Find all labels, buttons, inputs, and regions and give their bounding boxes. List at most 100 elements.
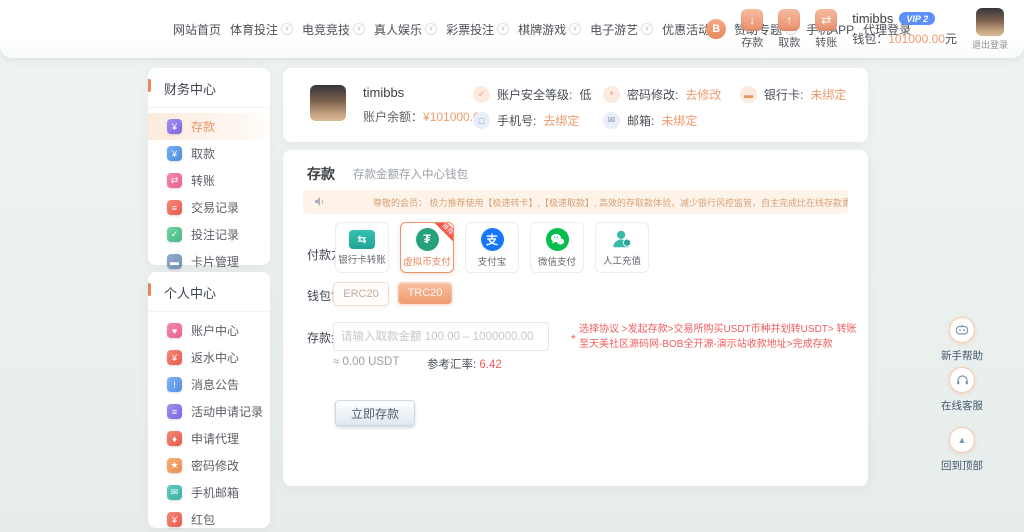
withdraw-icon: ¥ xyxy=(167,146,182,161)
field-action-link[interactable]: 去修改 xyxy=(685,86,721,103)
floating-button-label: 回到顶部 xyxy=(941,458,983,473)
nav-item-esports[interactable]: 电竞竞技∨ xyxy=(302,21,365,38)
header-right: B ↓ 存款 ↑ 取款 ⇄ 转账 timibbs VIP 2 钱包：101000… xyxy=(706,0,1008,58)
nav-item-home[interactable]: 网站首页 xyxy=(173,21,221,38)
online-service-button[interactable]: 在线客服 xyxy=(938,367,986,413)
sidebar-item-label: 返水中心 xyxy=(191,349,239,366)
sidebar-item-account-center[interactable]: ♥ 账户中心 xyxy=(148,317,270,344)
email-field[interactable]: ✉ 邮箱: 未绑定 xyxy=(603,112,697,129)
nav-item-lottery[interactable]: 彩票投注∨ xyxy=(446,21,509,38)
back-to-top-button[interactable]: ▲ 回到顶部 xyxy=(938,427,986,473)
payment-method-crypto[interactable]: 推荐 ₮ 虚拟币支付 xyxy=(400,222,454,273)
avatar xyxy=(310,85,346,121)
chevron-down-icon: ∨ xyxy=(425,23,437,35)
notice-bar: 尊敬的会员： 极力推荐使用【极速转卡】,【极速取款】, 高效的存取款体验，减少银… xyxy=(303,190,848,214)
nav-label: 电竞竞技 xyxy=(302,21,350,38)
field-label: 密码修改: xyxy=(627,86,678,103)
deposit-amount-input[interactable] xyxy=(333,322,549,351)
sidebar-item-rebate-center[interactable]: ¥ 返水中心 xyxy=(148,344,270,371)
usdt-icon: ₮ xyxy=(416,228,439,251)
field-label: 银行卡: xyxy=(764,86,803,103)
wechat-icon xyxy=(546,228,569,251)
notice-marquee: 尊敬的会员： 极力推荐使用【极速转卡】,【极速取款】, 高效的存取款体验，减少银… xyxy=(373,196,848,209)
headset-icon xyxy=(956,374,969,386)
quick-action-deposit[interactable]: ↓ 存款 xyxy=(741,9,763,50)
bank-transfer-icon: ⇆ xyxy=(349,230,375,249)
transaction-records-icon: ≡ xyxy=(167,200,182,215)
logout-control[interactable]: 退出登录 xyxy=(972,8,1008,51)
sidebar-item-transaction-records[interactable]: ≡ 交易记录 xyxy=(148,194,270,221)
sidebar-item-label: 手机邮箱 xyxy=(191,484,239,501)
personal-list: ♥ 账户中心 ¥ 返水中心 ! 消息公告 ≡ 活动申请记录 ♦ 申请代理 ★ 密… xyxy=(148,312,270,532)
field-action-link[interactable]: 未绑定 xyxy=(810,86,846,103)
chevron-down-icon: ∨ xyxy=(497,23,509,35)
payment-method-alipay[interactable]: 支 支付宝 xyxy=(465,222,519,273)
payment-method-name: 人工充值 xyxy=(603,253,641,267)
sidebar-item-bet-records[interactable]: ✓ 投注记录 xyxy=(148,221,270,248)
finance-center-card: 财务中心 ¥ 存款 ¥ 取款 ⇄ 转账 ≡ 交易记录 ✓ 投注记录 xyxy=(148,68,270,265)
phone-field[interactable]: □ 手机号: 去绑定 xyxy=(473,112,579,129)
robot-icon xyxy=(955,324,969,336)
payment-method-bank-transfer[interactable]: ⇆ 银行卡转账 xyxy=(335,222,389,273)
logout-label: 退出登录 xyxy=(972,38,1008,51)
deposit-form-card: 存款 存款金额存入中心钱包 尊敬的会员： 极力推荐使用【极速转卡】,【极速取款】… xyxy=(283,150,868,486)
sidebar-item-label: 账户中心 xyxy=(191,322,239,339)
balance-label: 账户余额： xyxy=(363,110,423,124)
sidebar-item-change-password[interactable]: ★ 密码修改 xyxy=(148,452,270,479)
nav-item-board-games[interactable]: 棋牌游戏∨ xyxy=(518,21,581,38)
transfer-icon: ⇄ xyxy=(167,173,182,188)
lock-icon: ★ xyxy=(167,458,182,473)
deposit-icon: ↓ xyxy=(741,9,763,31)
sidebar-item-phone-email[interactable]: ✉ 手机邮箱 xyxy=(148,479,270,506)
coin-icon[interactable]: B xyxy=(706,19,726,39)
personal-center-title: 个人中心 xyxy=(148,272,270,312)
protocol-erc20-button[interactable]: ERC20 xyxy=(333,282,389,306)
sidebar-item-announcements[interactable]: ! 消息公告 xyxy=(148,371,270,398)
rate-label: 参考汇率: xyxy=(427,359,476,371)
beginner-help-button[interactable]: 新手帮助 xyxy=(938,317,986,363)
chevron-down-icon: ∨ xyxy=(641,23,653,35)
quick-action-transfer[interactable]: ⇄ 转账 xyxy=(815,9,837,50)
deposit-subtitle: 存款金额存入中心钱包 xyxy=(353,166,468,182)
payment-method-wechat[interactable]: 微信支付 xyxy=(530,222,584,273)
sidebar-item-label: 消息公告 xyxy=(191,376,239,393)
chevron-down-icon: ∨ xyxy=(353,23,365,35)
withdraw-icon: ↑ xyxy=(778,9,800,31)
floating-button-label: 在线客服 xyxy=(941,398,983,413)
security-level-field: ✓ 账户安全等级: 低 xyxy=(473,86,591,103)
deposit-steps-hint: 选择协议 >发起存款>交易所购买USDT币种并划转USDT> 转账至天美社区源码… xyxy=(579,322,863,352)
quick-action-withdraw[interactable]: ↑ 取款 xyxy=(778,9,800,50)
sidebar-item-card-management[interactable]: ▬ 卡片管理 xyxy=(148,248,270,275)
username: timibbs xyxy=(852,11,893,26)
sidebar-item-withdraw[interactable]: ¥ 取款 xyxy=(148,140,270,167)
payment-method-name: 支付宝 xyxy=(478,254,507,268)
sidebar-item-activity-application-records[interactable]: ≡ 活动申请记录 xyxy=(148,398,270,425)
protocol-trc20-button[interactable]: TRC20 xyxy=(398,282,452,304)
quick-action-label: 转账 xyxy=(815,34,837,50)
sidebar-item-label: 申请代理 xyxy=(191,430,239,447)
nav-item-sports[interactable]: 体育投注∨ xyxy=(230,21,293,38)
nav-item-live-casino[interactable]: 真人娱乐∨ xyxy=(374,21,437,38)
wallet-unit: 元 xyxy=(945,32,957,46)
bank-card-field[interactable]: ▬ 银行卡: 未绑定 xyxy=(740,86,846,103)
payment-method-manual[interactable]: 人工充值 xyxy=(595,222,649,273)
sidebar-item-apply-agent[interactable]: ♦ 申请代理 xyxy=(148,425,270,452)
sidebar-item-red-packet[interactable]: ¥ 红包 xyxy=(148,506,270,532)
password-change-field[interactable]: * 密码修改: 去修改 xyxy=(603,86,721,103)
field-action-link[interactable]: 未绑定 xyxy=(661,112,697,129)
usdt-equivalent: ≈ 0.00 USDT xyxy=(333,356,399,368)
protocol-options: ERC20 TRC20 xyxy=(333,282,452,306)
bell-icon: ! xyxy=(167,377,182,392)
field-label: 账户安全等级: xyxy=(497,86,572,103)
submit-deposit-button[interactable]: 立即存款 xyxy=(335,400,415,426)
quick-action-label: 取款 xyxy=(778,34,800,50)
wallet-label: 钱包： xyxy=(852,32,888,46)
sidebar-item-label: 活动申请记录 xyxy=(191,403,263,420)
profile-card: timibbs 账户余额：¥101000.00 ✓ 账户安全等级: 低 * 密码… xyxy=(283,68,868,142)
payment-method-name: 虚拟币支付 xyxy=(403,254,451,268)
sidebar-item-label: 转账 xyxy=(191,172,215,189)
sidebar-item-transfer[interactable]: ⇄ 转账 xyxy=(148,167,270,194)
nav-item-slots[interactable]: 电子游艺∨ xyxy=(590,21,653,38)
sidebar-item-deposit[interactable]: ¥ 存款 xyxy=(148,113,270,140)
field-action-link[interactable]: 去绑定 xyxy=(543,112,579,129)
